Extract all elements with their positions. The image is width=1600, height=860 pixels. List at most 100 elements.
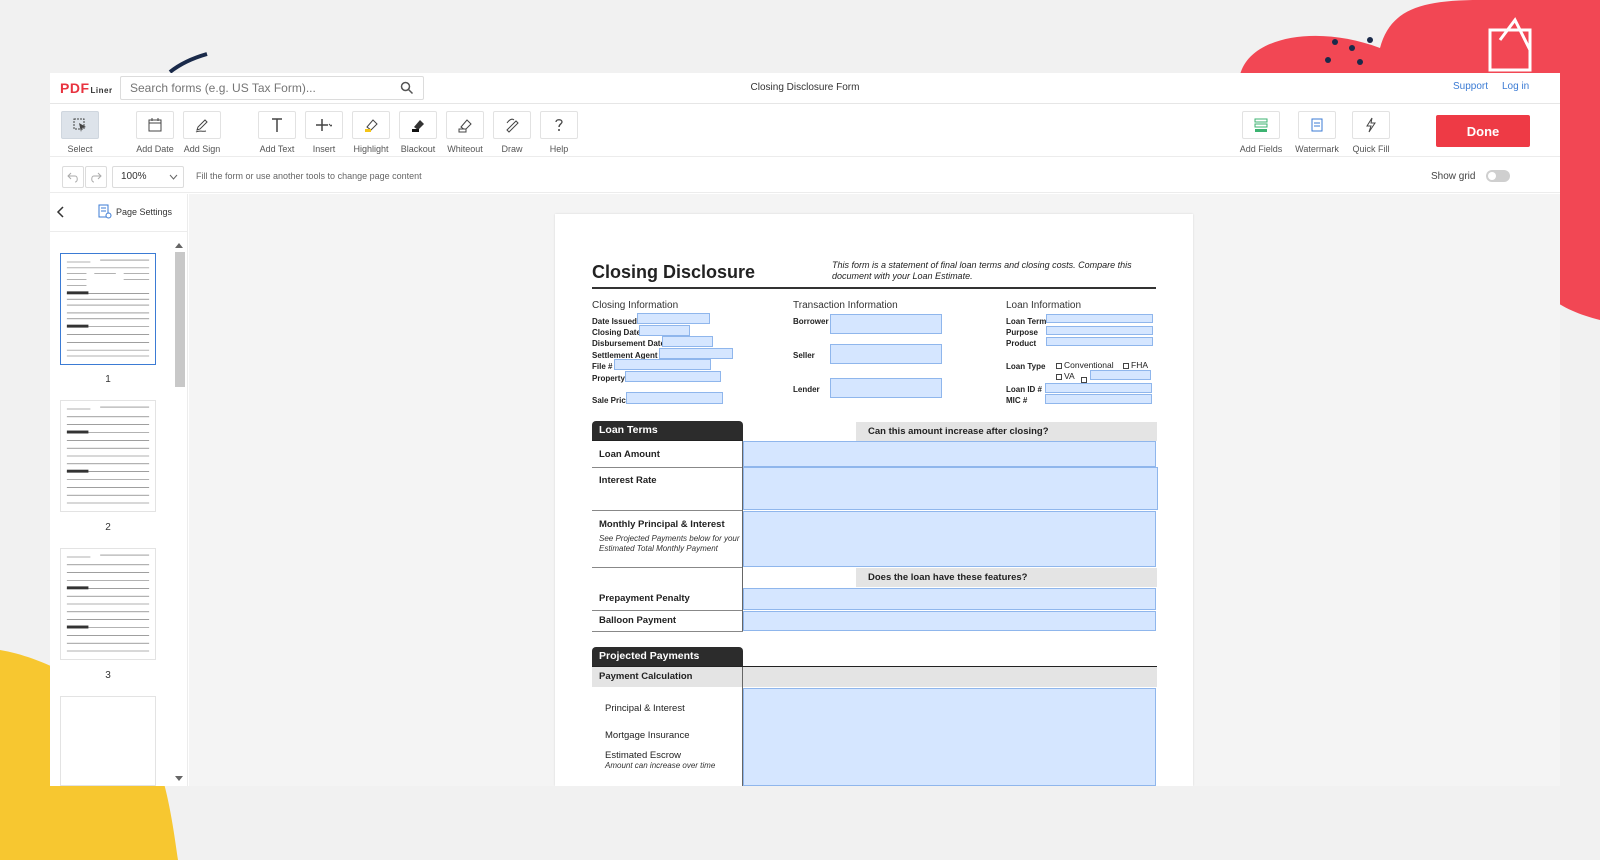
page-thumbnail-3[interactable] xyxy=(60,548,156,660)
loan-type-va[interactable]: VA xyxy=(1056,371,1075,381)
closing-date-label: Closing Date xyxy=(592,328,641,337)
disbursement-date-field[interactable] xyxy=(662,336,713,347)
show-grid-toggle[interactable] xyxy=(1486,170,1510,182)
closing-info-heading: Closing Information xyxy=(592,300,679,311)
redo-button[interactable] xyxy=(85,166,107,188)
support-link[interactable]: Support xyxy=(1453,81,1488,92)
pdf-editor-window: PDFLiner Closing Disclosure Form Support… xyxy=(50,73,1560,786)
blackout-tool[interactable]: Blackout xyxy=(394,111,442,154)
lender-label: Lender xyxy=(793,385,820,394)
page-thumbnail-2[interactable] xyxy=(60,400,156,512)
product-field[interactable] xyxy=(1046,337,1153,346)
product-label: Product xyxy=(1006,339,1037,348)
chevron-left-icon[interactable] xyxy=(56,206,66,218)
blackout-icon xyxy=(412,120,424,132)
add-text-tool[interactable]: Add Text xyxy=(253,111,301,154)
prepayment-penalty-label: Prepayment Penalty xyxy=(599,593,690,604)
draw-tool[interactable]: Draw xyxy=(488,111,536,154)
projected-payments-field[interactable] xyxy=(743,688,1156,786)
loan-features-question: Does the loan have these features? xyxy=(856,568,1157,587)
undo-icon xyxy=(67,172,78,183)
loan-type-label: Loan Type xyxy=(1006,362,1046,371)
help-tool[interactable]: Help xyxy=(535,111,583,154)
draw-icon xyxy=(506,118,519,133)
page-number: 1 xyxy=(105,374,111,385)
closing-date-field[interactable] xyxy=(639,325,690,336)
property-label: Property xyxy=(592,374,625,383)
borrower-label: Borrower xyxy=(793,317,829,326)
page-number: 3 xyxy=(105,670,111,681)
zoom-select[interactable]: 100% xyxy=(112,166,184,188)
page-number: 2 xyxy=(105,522,111,533)
file-number-field[interactable] xyxy=(614,359,711,370)
cursor-icon xyxy=(73,118,86,132)
insert-tool[interactable]: Insert xyxy=(300,111,348,154)
show-grid-label: Show grid xyxy=(1431,171,1476,182)
page-thumbnail-1[interactable] xyxy=(60,253,156,365)
seller-label: Seller xyxy=(793,351,815,360)
fields-icon xyxy=(1254,118,1268,132)
sidebar-header: Page Settings xyxy=(50,194,188,232)
add-sign-tool[interactable]: Add Sign xyxy=(178,111,226,154)
highlighter-icon xyxy=(365,119,378,132)
eraser-icon xyxy=(458,119,472,133)
login-link[interactable]: Log in xyxy=(1502,81,1529,92)
purpose-label: Purpose xyxy=(1006,328,1039,337)
balloon-payment-field[interactable] xyxy=(743,611,1156,631)
form-intro: This form is a statement of final loan t… xyxy=(832,260,1132,281)
seller-field[interactable] xyxy=(830,344,942,364)
loan-type-conventional[interactable]: Conventional xyxy=(1056,360,1114,370)
projected-payments-heading: Projected Payments xyxy=(592,647,743,666)
highlight-tool[interactable]: Highlight xyxy=(347,111,395,154)
page-thumbnails-sidebar: Page Settings 1 2 3 xyxy=(50,194,188,786)
interest-rate-field[interactable] xyxy=(743,467,1158,510)
loan-term-label: Loan Term xyxy=(1006,317,1047,326)
monthly-pi-label: Monthly Principal & Interest xyxy=(599,519,725,530)
navy-brush-stroke xyxy=(168,52,208,74)
calendar-icon xyxy=(148,118,162,132)
loan-id-field[interactable] xyxy=(1045,383,1152,393)
document-canvas: Closing Disclosure This form is a statem… xyxy=(189,194,1560,786)
done-button[interactable]: Done xyxy=(1436,115,1530,147)
prepayment-penalty-field[interactable] xyxy=(743,588,1156,610)
scroll-up-icon[interactable] xyxy=(175,242,183,248)
loan-terms-heading: Loan Terms xyxy=(592,421,743,440)
mortgage-insurance-label: Mortgage Insurance xyxy=(605,730,690,741)
lender-field[interactable] xyxy=(830,378,942,398)
top-bar: PDFLiner Closing Disclosure Form Support… xyxy=(50,73,1560,104)
principal-interest-label: Principal & Interest xyxy=(605,703,685,714)
add-date-tool[interactable]: Add Date xyxy=(131,111,179,154)
sidebar-scrollbar[interactable] xyxy=(172,242,186,782)
loan-term-field[interactable] xyxy=(1046,314,1153,323)
page-settings-icon xyxy=(98,204,112,219)
help-icon xyxy=(555,119,563,131)
loan-type-other-field[interactable] xyxy=(1090,370,1151,380)
undo-button[interactable] xyxy=(62,166,84,188)
property-field[interactable] xyxy=(625,371,721,382)
loan-id-label: Loan ID # xyxy=(1006,385,1043,394)
select-tool[interactable]: Select xyxy=(56,111,104,154)
scroll-down-icon[interactable] xyxy=(175,776,183,782)
mic-field[interactable] xyxy=(1045,394,1152,404)
monthly-pi-field[interactable] xyxy=(743,511,1156,567)
purpose-field[interactable] xyxy=(1046,326,1153,335)
quick-fill-tool[interactable]: Quick Fill xyxy=(1347,111,1395,154)
page-settings-button[interactable]: Page Settings xyxy=(98,204,172,219)
page-thumbnail-4[interactable] xyxy=(60,696,156,786)
lightning-icon xyxy=(1366,117,1376,133)
watermark-tool[interactable]: Watermark xyxy=(1293,111,1341,154)
settlement-agent-field[interactable] xyxy=(659,348,733,359)
loan-type-fha[interactable]: FHA xyxy=(1123,360,1148,370)
date-issued-field[interactable] xyxy=(637,313,710,324)
sale-price-field[interactable] xyxy=(626,392,723,404)
whiteout-tool[interactable]: Whiteout xyxy=(441,111,489,154)
amount-increase-question: Can this amount increase after closing? xyxy=(856,422,1157,441)
pen-icon xyxy=(195,119,208,133)
document-title: Closing Disclosure Form xyxy=(750,82,860,93)
borrower-field[interactable] xyxy=(830,314,942,334)
watermark-icon xyxy=(1311,118,1323,132)
payment-calculation-label: Payment Calculation xyxy=(592,667,1157,687)
toolbar: Select Add Date Add Sign Add Text Insert… xyxy=(50,105,1560,157)
add-fields-tool[interactable]: Add Fields xyxy=(1237,111,1285,154)
loan-amount-field[interactable] xyxy=(743,441,1156,467)
